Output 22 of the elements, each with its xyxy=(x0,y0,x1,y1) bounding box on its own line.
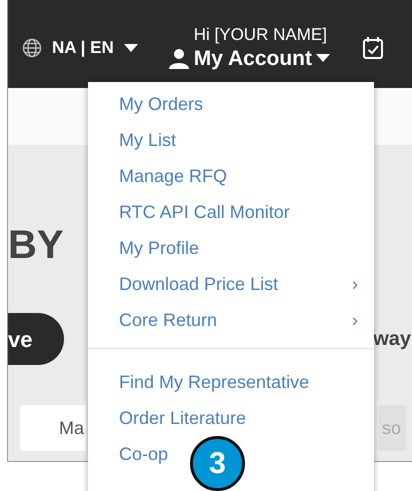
caret-icon xyxy=(124,44,138,52)
menu-item[interactable]: Manage RFQ xyxy=(88,158,232,194)
greeting-text: Hi [YOUR NAME] xyxy=(194,24,328,46)
menu-item[interactable]: Core Return › xyxy=(88,302,374,338)
caret-icon xyxy=(316,54,330,64)
pill-button[interactable]: ve xyxy=(8,313,64,365)
page-heading: BY xyxy=(8,225,64,265)
menu-item[interactable]: Order Literature xyxy=(88,400,250,436)
user-icon xyxy=(168,48,190,70)
menu-item[interactable]: My Orders xyxy=(88,86,208,122)
filter-button[interactable]: Ma xyxy=(20,405,86,451)
account-menu-button[interactable]: My Account xyxy=(168,46,330,72)
menu-item[interactable]: Download Price List › xyxy=(88,266,374,302)
menu-item[interactable]: RTC API Call Monitor xyxy=(88,194,294,230)
section-text: way xyxy=(373,327,411,352)
menu-item[interactable]: Co-op xyxy=(88,436,172,472)
calendar-icon[interactable] xyxy=(362,36,384,60)
globe-icon xyxy=(22,38,42,58)
menu-item[interactable]: My List xyxy=(88,122,180,158)
region-selector[interactable]: NA | EN xyxy=(52,35,138,61)
menu-item[interactable]: My Profile xyxy=(88,230,204,266)
menu-item[interactable]: Find My Representative xyxy=(88,364,314,400)
